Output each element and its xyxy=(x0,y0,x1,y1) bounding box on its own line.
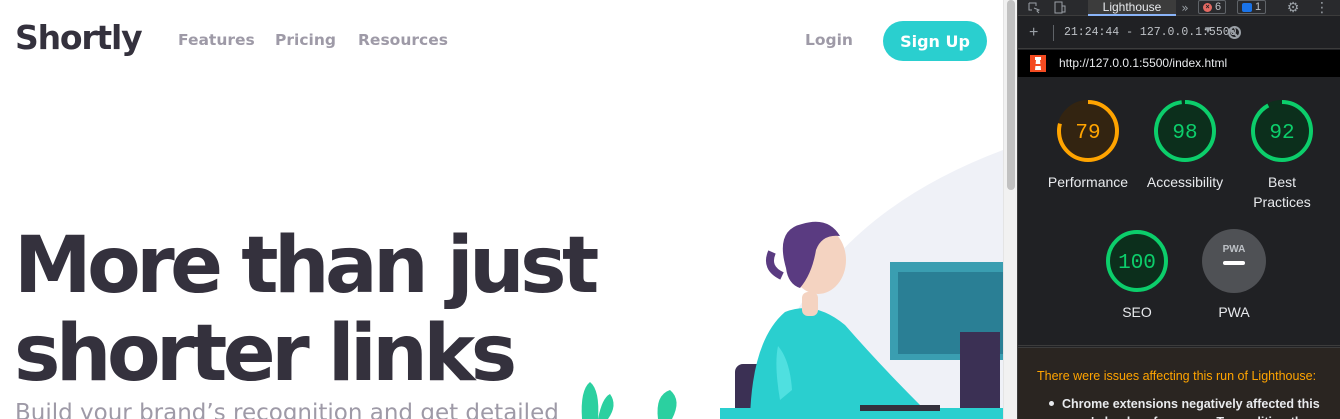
signup-button[interactable]: Sign Up xyxy=(883,21,987,61)
label-performance: Performance xyxy=(1047,174,1129,190)
gauge-ring: 92 xyxy=(1251,100,1313,162)
dropdown-caret-icon[interactable]: ▼ xyxy=(1203,25,1213,36)
gauge-pwa[interactable]: PWA PWA xyxy=(1184,228,1284,322)
label-pwa: PWA xyxy=(1218,304,1250,320)
gauge-performance[interactable]: 79 Performance xyxy=(1038,98,1138,192)
errors-badge[interactable]: × 6 xyxy=(1198,0,1227,14)
nav-link-pricing[interactable]: Pricing xyxy=(275,31,336,49)
gauge-best-practices[interactable]: 92 Best Practices xyxy=(1232,98,1332,212)
label-seo: SEO xyxy=(1122,304,1152,320)
report-url[interactable]: http://127.0.0.1:5500/index.html xyxy=(1059,56,1227,70)
nav-link-features[interactable]: Features xyxy=(178,31,255,49)
device-toolbar-icon[interactable] xyxy=(1052,0,1068,15)
settings-gear-icon[interactable]: ⚙ xyxy=(1285,0,1301,16)
gauge-seo[interactable]: 100 SEO xyxy=(1087,228,1187,322)
pwa-badge-text: PWA xyxy=(1223,244,1246,255)
lighthouse-report-bar: + 21:24:44 - 127.0.0.1:5500 ▼ xyxy=(1018,17,1340,49)
gauge-ring: 100 xyxy=(1106,230,1168,292)
score-gauges: 79 Performance 98 Accessibility 92 Best … xyxy=(1018,78,1340,346)
messages-badge[interactable]: 1 xyxy=(1237,0,1267,14)
site-logo[interactable]: Shortly xyxy=(15,18,143,57)
score-best-practices: 92 xyxy=(1269,122,1294,145)
pwa-badge-icon: PWA xyxy=(1202,229,1266,293)
hero-illustration xyxy=(581,150,1003,419)
more-tabs-icon[interactable]: » xyxy=(1178,0,1192,15)
warnings-title: There were issues affecting this run of … xyxy=(1037,369,1317,383)
lighthouse-logo-icon xyxy=(1030,55,1046,72)
messages-count: 1 xyxy=(1255,1,1262,13)
lighthouse-warnings: There were issues affecting this run of … xyxy=(1018,347,1340,419)
kebab-menu-icon[interactable]: ⋮ xyxy=(1315,0,1329,16)
message-icon xyxy=(1242,2,1252,12)
devtools-tab-bar: Lighthouse » × 6 1 ⚙ ⋮ xyxy=(1018,0,1340,16)
tab-lighthouse[interactable]: Lighthouse xyxy=(1088,0,1176,16)
error-icon: × xyxy=(1203,2,1212,12)
devtools-panel: Lighthouse » × 6 1 ⚙ ⋮ + 21:24:44 - 127.… xyxy=(1017,0,1340,419)
page-scrollbar[interactable] xyxy=(1003,0,1017,419)
warning-item: Chrome extensions negatively affected th… xyxy=(1062,397,1340,419)
website-viewport: Shortly Features Pricing Resources Login… xyxy=(0,0,1003,419)
login-link[interactable]: Login xyxy=(805,31,853,49)
score-accessibility: 98 xyxy=(1172,122,1197,145)
nav-link-resources[interactable]: Resources xyxy=(358,31,448,49)
toolbar-divider xyxy=(1053,25,1054,41)
hero-title: More than just shorter links xyxy=(14,221,599,399)
hero-subtitle: Build your brand’s recognition and get d… xyxy=(15,400,559,419)
warning-bullet xyxy=(1049,401,1054,406)
scrollbar-thumb[interactable] xyxy=(1007,0,1015,190)
errors-count: 6 xyxy=(1215,1,1222,13)
plus-icon[interactable]: + xyxy=(1029,24,1038,42)
clear-icon[interactable] xyxy=(1228,26,1241,39)
gauge-accessibility[interactable]: 98 Accessibility xyxy=(1135,98,1235,192)
label-accessibility: Accessibility xyxy=(1146,174,1224,190)
score-performance: 79 xyxy=(1075,122,1100,145)
gauge-ring: 98 xyxy=(1154,100,1216,162)
inspect-icon[interactable] xyxy=(1026,0,1042,15)
report-url-bar: http://127.0.0.1:5500/index.html xyxy=(1018,50,1340,77)
gauge-ring: 79 xyxy=(1057,100,1119,162)
label-best-practices: Best Practices xyxy=(1253,174,1311,210)
score-seo: 100 xyxy=(1118,252,1156,275)
